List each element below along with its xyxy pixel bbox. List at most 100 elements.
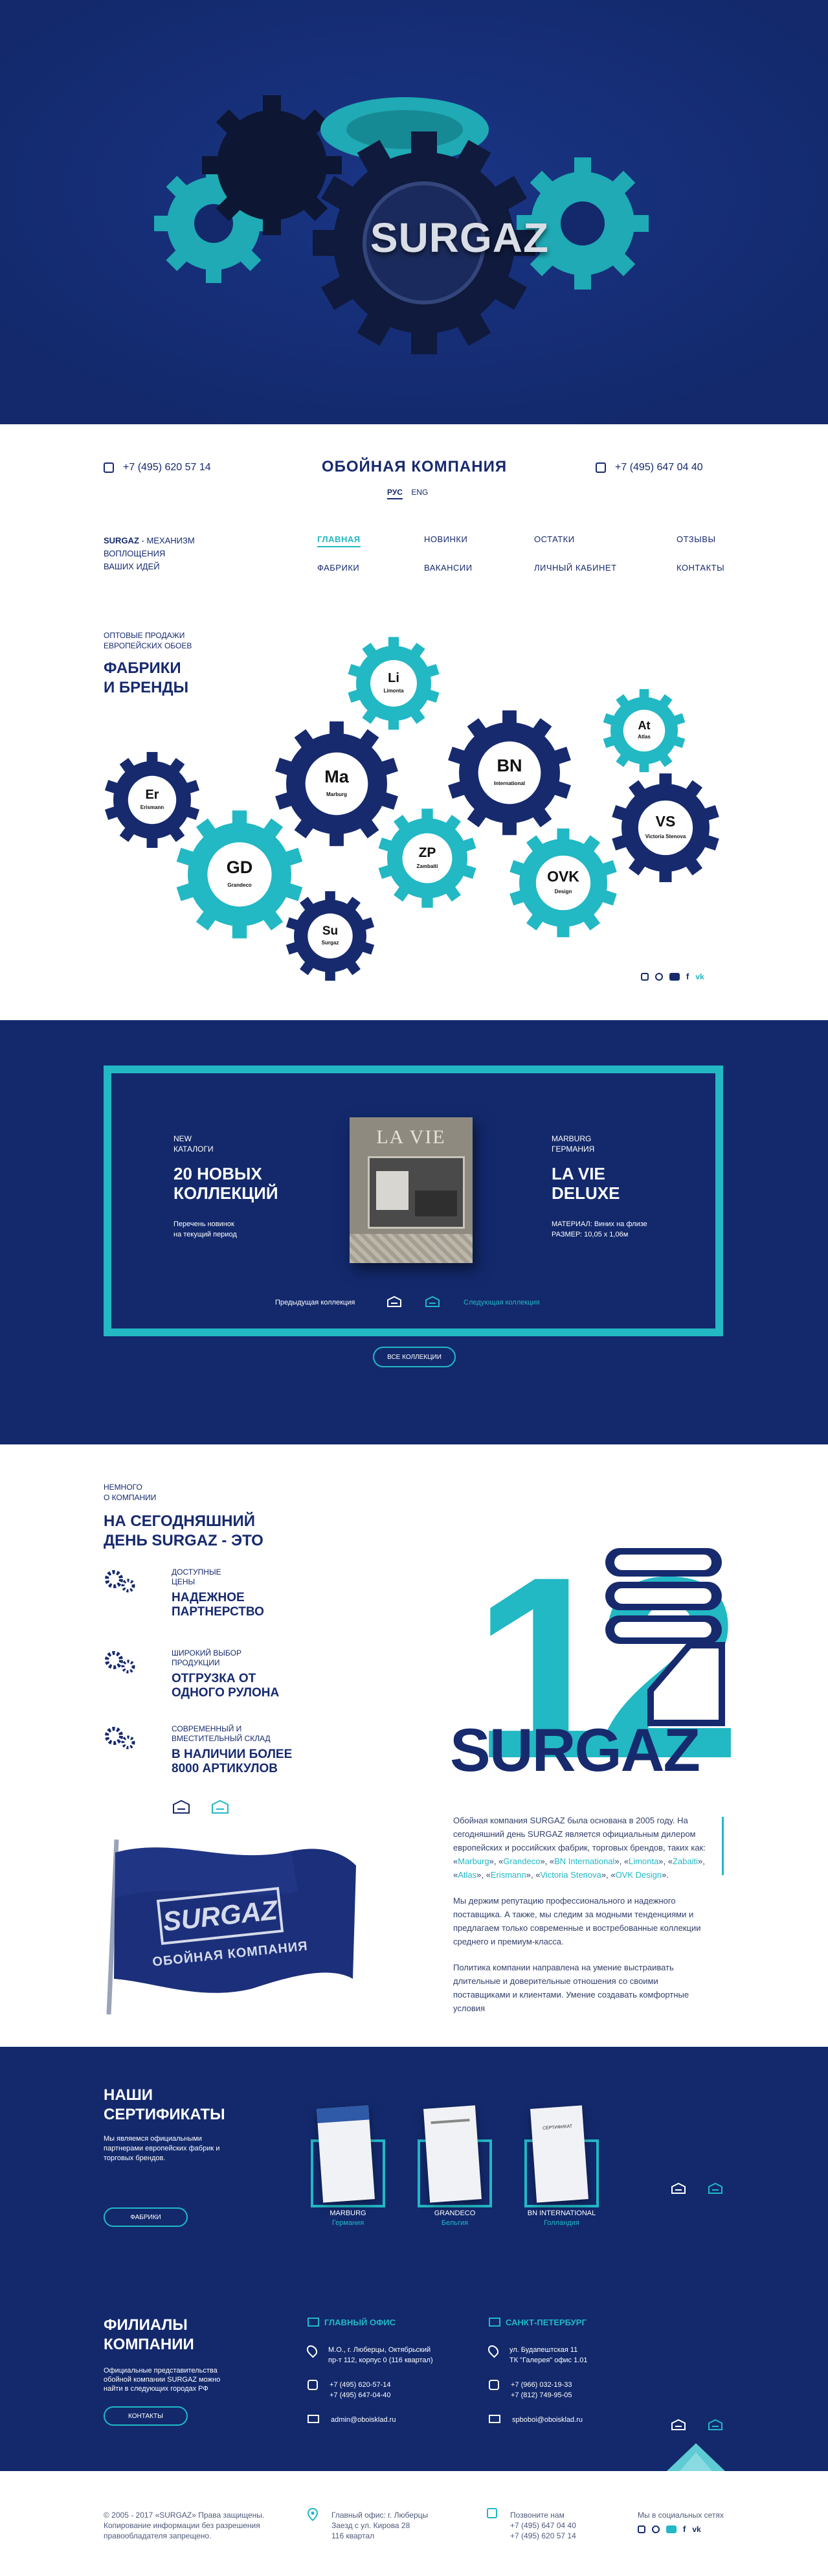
odnoklassniki-icon[interactable] [652, 2525, 660, 2533]
phone-icon [596, 462, 606, 473]
link-ovk[interactable]: OVK Design [616, 1870, 662, 1880]
facebook-icon[interactable]: f [683, 2525, 686, 2533]
collections-kicker-1: NEW [173, 1134, 192, 1143]
facebook-icon[interactable]: f [686, 972, 689, 981]
phone-right[interactable]: +7 (495) 647 04 40 [596, 462, 703, 473]
brand-gear-er[interactable]: Er Erismann [104, 751, 200, 849]
link-bn[interactable]: BN International [554, 1856, 614, 1866]
youtube-icon[interactable] [666, 2525, 677, 2533]
link-atlas[interactable]: Atlas [458, 1870, 476, 1880]
about-kicker-2: О КОМПАНИИ [104, 1493, 157, 1502]
nav-stock[interactable]: Остатки [534, 534, 575, 544]
prev-arrow-icon[interactable] [172, 1799, 191, 1816]
about-text: Обойная компания SURGAZ была основана в … [453, 1814, 706, 2037]
nav-factories[interactable]: Фабрики [317, 563, 359, 573]
phone-left-text: +7 (495) 620 57 14 [123, 462, 211, 473]
social-links: f vk [641, 972, 704, 981]
text-scrollbar[interactable] [722, 1817, 724, 1875]
next-collection-link[interactable]: Следующая коллекция [464, 1299, 540, 1306]
footer-phones: Позвоните нам +7 (495) 647 04 40 +7 (495) … [510, 2511, 576, 2540]
brand-name: Victoria Stenova [645, 834, 686, 839]
collections-title: 20 НОВЫХ КОЛЛЕКЦИЙ [173, 1164, 278, 1203]
brand-gear-gd[interactable]: GD Grandeco [176, 810, 303, 939]
contacts-button[interactable]: КОНТАКТЫ [104, 2406, 188, 2426]
catalog-book-image[interactable]: LA VIE [350, 1117, 473, 1263]
brand-abbr: OVK [547, 868, 579, 885]
certs-title: НАШИ СЕРТИФИКАТЫ [104, 2086, 225, 2125]
collection-name: LA VIE DELUXE [552, 1164, 620, 1203]
instagram-icon[interactable] [638, 2525, 645, 2533]
link-limonta[interactable]: Limonta [629, 1856, 658, 1866]
about-paragraph-1: Обойная компания SURGAZ была основана в … [453, 1816, 706, 1880]
brand-gear-vs[interactable]: VS Victoria Stenova [612, 773, 719, 882]
nav-cabinet[interactable]: Личный кабинет [534, 563, 617, 573]
all-collections-button[interactable]: ВСЕ КОЛЛЕКЦИИ [373, 1347, 456, 1367]
cert-label-3: BN INTERNATIONAL Голландия [527, 2209, 596, 2227]
company-title: ОБОЙНАЯ КОМПАНИЯ [321, 458, 508, 475]
link-erismann[interactable]: Erismann [491, 1870, 526, 1880]
spb-email[interactable]: spboboi@oboisklad.ru [512, 2415, 583, 2425]
prev-arrow-icon[interactable] [670, 2182, 687, 2199]
phone-left[interactable]: +7 (495) 620 57 14 [104, 462, 211, 473]
next-arrow-icon[interactable] [210, 1799, 230, 1816]
next-arrow-icon[interactable] [707, 2182, 724, 2199]
vk-icon[interactable]: vk [695, 973, 704, 981]
brand-abbr: Li [388, 671, 399, 685]
scroll-top-triangle[interactable] [667, 2443, 725, 2471]
collections-kicker-2: КАТАЛОГИ [173, 1145, 214, 1154]
brand-gear-bn[interactable]: BN International [448, 710, 571, 836]
brand-name: Marburg [326, 792, 347, 797]
brand-gear-su[interactable]: Su Surgaz [285, 891, 375, 981]
feature-1-big-1: НАДЕЖНОЕ [172, 1591, 245, 1604]
collection-brand: MARBURG ГЕРМАНИЯ [552, 1134, 594, 1154]
hero-gears-illustration [0, 0, 828, 424]
prev-collection-link[interactable]: Предыдущая коллекция [275, 1299, 355, 1306]
branches-title-2: КОМПАНИИ [104, 2336, 194, 2353]
collections-desc-1: Перечень новинок [173, 1220, 234, 1228]
lang-ru[interactable]: РУС [387, 488, 403, 499]
factories-button[interactable]: ФАБРИКИ [104, 2207, 188, 2227]
tagline-brand: SURGAZ [104, 536, 139, 545]
feature-1-small-2: ЦЕНЫ [172, 1577, 196, 1586]
brand-name: Design [555, 889, 572, 895]
feature-3-small-2: ВМЕСТИТЕЛЬНЫЙ СКЛАД [172, 1734, 271, 1743]
brand-gear-at[interactable]: At Atlas [603, 689, 686, 773]
next-arrow-icon[interactable] [707, 2418, 724, 2435]
nav-reviews[interactable]: Отзывы [677, 534, 715, 544]
nav-news[interactable]: Новинки [424, 534, 467, 544]
lang-en[interactable]: ENG [411, 488, 428, 497]
about-kicker-1: НЕМНОГО [104, 1483, 142, 1492]
phone-icon [308, 2380, 318, 2390]
location-icon [486, 2343, 501, 2358]
prev-arrow-icon[interactable] [670, 2418, 687, 2435]
brand-gear-zp[interactable]: ZP Zambaiti [378, 808, 476, 908]
prev-arrow-icon[interactable] [386, 1295, 403, 1309]
brand-gear-li[interactable]: Li Limonta [348, 637, 440, 730]
copyright: © 2005 - 2017 «SURGAZ» Права защищены. Ко… [104, 2511, 265, 2540]
nav-jobs[interactable]: Вакансии [424, 563, 473, 573]
nav-home[interactable]: Главная [317, 534, 361, 547]
feature-2-small-1: ШИРОКИЙ ВЫБОР [172, 1648, 241, 1658]
tagline: SURGAZ - МЕХАНИЗМ ВОПЛОЩЕНИЯ ВАШИХ ИДЕЙ [104, 534, 195, 573]
link-victoria[interactable]: Victoria Stenova [540, 1870, 601, 1880]
footer-address: Главный офис: г. Люберцы Заезд с ул. Киро… [331, 2511, 429, 2540]
office-email[interactable]: admin@oboisklad.ru [331, 2415, 396, 2425]
certs-title-2: СЕРТИФИКАТЫ [104, 2106, 225, 2123]
link-grandeco[interactable]: Grandeco [503, 1856, 540, 1866]
odnoklassniki-icon[interactable] [655, 973, 663, 981]
next-arrow-icon[interactable] [424, 1295, 441, 1309]
building-icon [489, 2318, 500, 2327]
link-zabaiti[interactable]: Zabaiti [673, 1856, 698, 1866]
brand-gear-ovk[interactable]: OVK Design [509, 828, 617, 937]
instagram-icon[interactable] [641, 973, 649, 981]
vk-icon[interactable]: vk [692, 2525, 700, 2533]
brands-section: ОПТОВЫЕ ПРОДАЖИ ЕВРОПЕЙСКИХ ОБОЕВ ФАБРИК… [0, 606, 828, 1020]
mail-icon [489, 2415, 500, 2423]
lang-switch: РУС ENG [387, 488, 428, 499]
youtube-icon[interactable] [669, 973, 680, 981]
site-header: +7 (495) 620 57 14 ОБОЙНАЯ КОМПАНИЯ РУС … [0, 424, 828, 606]
link-marburg[interactable]: Marburg [458, 1856, 489, 1866]
brand-gear-ma[interactable]: Ma Marburg [275, 721, 398, 847]
nav-contacts[interactable]: Контакты [677, 563, 724, 573]
feature-1-small-1: ДОСТУПНЫЕ [172, 1567, 221, 1577]
